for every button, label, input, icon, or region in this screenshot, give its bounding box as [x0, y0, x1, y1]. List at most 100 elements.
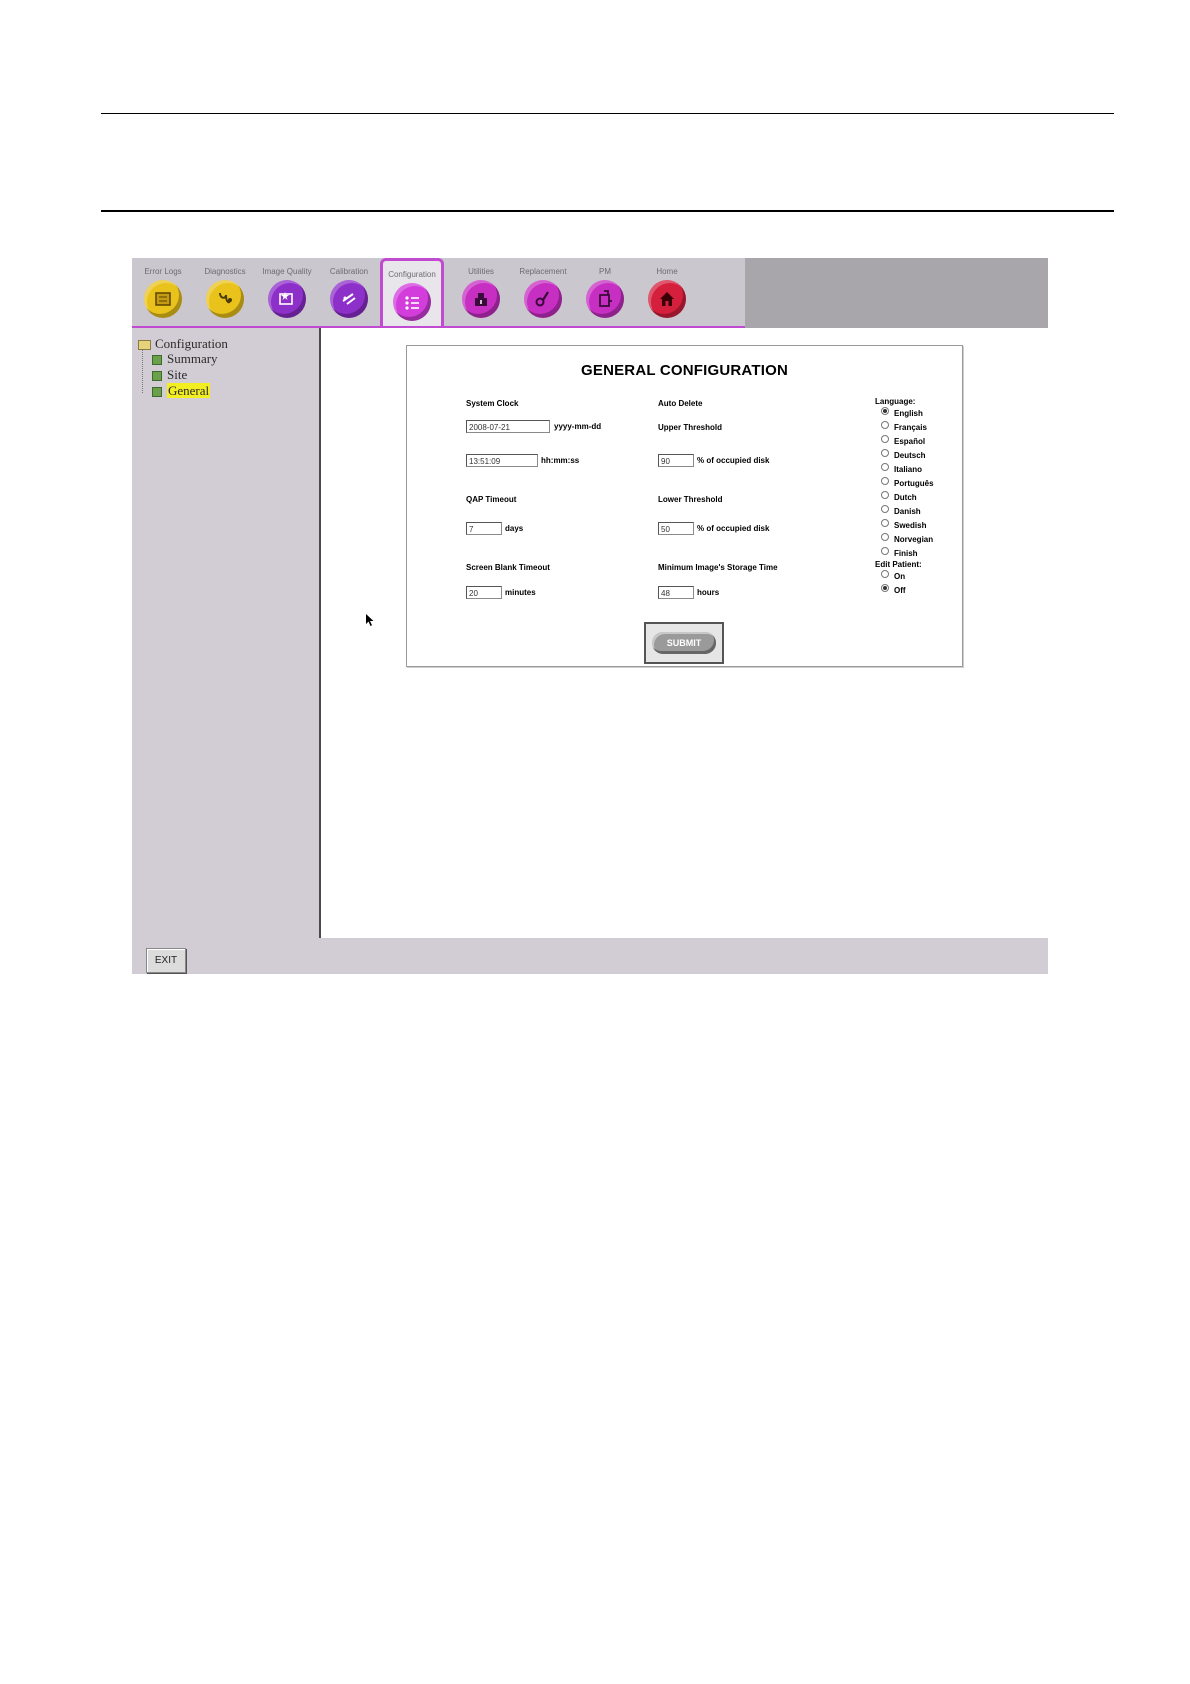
radio-icon: [881, 490, 889, 499]
radio-label: Português: [894, 479, 934, 488]
qap-timeout-field[interactable]: 7: [466, 522, 502, 535]
radio-label: Italiano: [894, 465, 923, 474]
tree-item-label: Summary: [167, 351, 218, 366]
tool-configuration[interactable]: Configuration: [380, 258, 444, 326]
service-application-window: Error Logs Diagnostics Image Quality Cal…: [132, 258, 1048, 974]
tool-diagnostics[interactable]: Diagnostics: [194, 258, 256, 324]
tool-label: Home: [656, 267, 678, 276]
bottom-bar: EXIT: [132, 938, 1048, 974]
leaf-icon: [152, 355, 162, 366]
tree-root-label: Configuration: [155, 336, 228, 351]
image-quality-icon: [268, 280, 306, 318]
language-radio-danish[interactable]: Danish: [881, 504, 921, 516]
system-time-field[interactable]: 13:51:09: [466, 454, 538, 467]
min-storage-time-label: Minimum Image's Storage Time: [658, 563, 778, 572]
error-logs-icon: [144, 280, 182, 318]
tool-pm[interactable]: PM: [574, 258, 636, 324]
language-radio-francais[interactable]: Français: [881, 420, 927, 432]
auto-delete-label: Auto Delete: [658, 399, 703, 408]
language-radio-finish[interactable]: Finish: [881, 546, 918, 558]
lower-threshold-field[interactable]: 50: [658, 522, 694, 535]
pm-icon: [586, 280, 624, 318]
date-format-label: yyyy-mm-dd: [554, 422, 602, 431]
radio-label: Finish: [894, 549, 918, 558]
radio-icon: [881, 546, 889, 555]
radio-icon: [881, 518, 889, 527]
radio-label: Danish: [894, 507, 921, 516]
tree-item-label: General: [167, 383, 211, 398]
tool-home[interactable]: Home: [636, 258, 698, 324]
tree-item-summary[interactable]: Summary: [152, 351, 218, 367]
tree-root-configuration[interactable]: Configuration: [138, 336, 228, 352]
radio-icon: [881, 504, 889, 513]
qap-timeout-label: QAP Timeout: [466, 495, 517, 504]
radio-icon: [881, 462, 889, 471]
exit-button[interactable]: EXIT: [146, 948, 186, 973]
tool-label: Calibration: [329, 267, 369, 276]
radio-icon: [881, 583, 889, 592]
tool-error-logs[interactable]: Error Logs: [132, 258, 194, 324]
screen-blank-timeout-label: Screen Blank Timeout: [466, 563, 550, 572]
tool-label: Replacement: [519, 267, 567, 276]
edit-patient-radio-off[interactable]: Off: [881, 583, 906, 595]
language-radio-dutch[interactable]: Dutch: [881, 490, 917, 502]
min-storage-time-field[interactable]: 48: [658, 586, 694, 599]
main-toolbar: Error Logs Diagnostics Image Quality Cal…: [132, 258, 1048, 329]
home-icon: [648, 280, 686, 318]
page-header-rule: [101, 210, 1114, 212]
language-radio-english[interactable]: English: [881, 406, 923, 418]
upper-threshold-field[interactable]: 90: [658, 454, 694, 467]
leaf-icon: [152, 371, 162, 382]
lower-threshold-label: Lower Threshold: [658, 495, 723, 504]
mouse-pointer-icon: [366, 614, 374, 626]
tool-label: PM: [599, 267, 611, 276]
configuration-icon: [393, 283, 431, 321]
calibration-icon: [330, 280, 368, 318]
folder-icon: [138, 340, 151, 351]
tool-label: Diagnostics: [204, 267, 246, 276]
panel-title: GENERAL CONFIGURATION: [581, 362, 788, 379]
qap-timeout-unit: days: [505, 524, 524, 533]
radio-label: On: [894, 572, 906, 581]
tree-connector: [142, 350, 144, 393]
tool-label: Utilities: [468, 267, 494, 276]
language-radio-swedish[interactable]: Swedish: [881, 518, 927, 530]
language-label: Language:: [875, 397, 916, 406]
radio-label: Español: [894, 437, 926, 446]
language-radio-espanol[interactable]: Español: [881, 434, 926, 446]
radio-label: Norvegian: [894, 535, 934, 544]
language-radio-norvegian[interactable]: Norvegian: [881, 532, 934, 544]
language-radio-portugues[interactable]: Português: [881, 476, 934, 488]
general-configuration-panel: GENERAL CONFIGURATION System Clock 2008-…: [406, 345, 963, 667]
system-date-field[interactable]: 2008-07-21: [466, 420, 550, 433]
tool-label: Configuration: [388, 270, 436, 279]
utilities-icon: [462, 280, 500, 318]
navigation-tree: Configuration Summary Site General: [132, 328, 321, 938]
radio-label: English: [894, 409, 923, 418]
radio-icon: [881, 476, 889, 485]
tree-item-general[interactable]: General: [152, 383, 211, 399]
language-radio-italiano[interactable]: Italiano: [881, 462, 923, 474]
tool-replacement[interactable]: Replacement: [512, 258, 574, 324]
content-area: GENERAL CONFIGURATION System Clock 2008-…: [321, 328, 1048, 938]
tool-calibration[interactable]: Calibration: [318, 258, 380, 324]
radio-label: Deutsch: [894, 451, 926, 460]
radio-icon: [881, 569, 889, 578]
radio-icon: [881, 532, 889, 541]
diagnostics-icon: [206, 280, 244, 318]
edit-patient-radio-on[interactable]: On: [881, 569, 906, 581]
tool-label: Image Quality: [262, 267, 312, 276]
lower-threshold-unit: % of occupied disk: [697, 524, 770, 533]
language-radio-deutsch[interactable]: Deutsch: [881, 448, 926, 460]
replacement-icon: [524, 280, 562, 318]
radio-icon: [881, 420, 889, 429]
tool-image-quality[interactable]: Image Quality: [256, 258, 318, 324]
radio-label: Swedish: [894, 521, 927, 530]
screen-blank-timeout-field[interactable]: 20: [466, 586, 502, 599]
radio-label: Off: [894, 586, 906, 595]
screen-blank-timeout-unit: minutes: [505, 588, 536, 597]
submit-button[interactable]: SUBMIT: [652, 632, 716, 654]
tree-item-site[interactable]: Site: [152, 367, 187, 383]
upper-threshold-unit: % of occupied disk: [697, 456, 770, 465]
tool-utilities[interactable]: Utilities: [450, 258, 512, 324]
